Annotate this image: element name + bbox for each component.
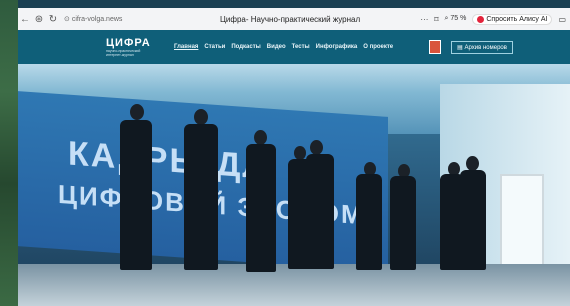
site-logo[interactable]: ЦИФРА научно-практический интернет-журна… [106, 37, 156, 57]
main-nav: Главная Статьи Подкасты Видео Тесты Инфо… [174, 44, 393, 50]
archive-label: Архив номеров [464, 44, 507, 51]
zoom-level: 75 % [450, 15, 467, 22]
nav-infographics[interactable]: Инфографика [316, 44, 358, 50]
page-title: Цифра- Научно-практический журнал [220, 14, 361, 24]
person-silhouette [390, 176, 416, 270]
nav-podcasts[interactable]: Подкасты [231, 44, 260, 50]
more-icon[interactable]: ··· [420, 15, 428, 24]
logo-title: ЦИФРА [106, 37, 151, 49]
person-head [130, 104, 144, 120]
person-head [310, 140, 323, 155]
window [500, 174, 544, 268]
person-silhouette [120, 120, 152, 270]
nav-video[interactable]: Видео [267, 44, 286, 50]
person-head [194, 109, 208, 125]
archive-button[interactable]: ▤ Архив номеров [451, 40, 513, 54]
floor [18, 264, 570, 306]
nav-articles[interactable]: Статьи [204, 44, 225, 50]
browser-window: ← ⊛ ↻ ⊙ cifra-volga.news Цифра- Научно-п… [18, 0, 570, 306]
reload-icon[interactable]: ↻ [46, 14, 60, 25]
lock-icon: ⊙ [64, 16, 72, 23]
person-silhouette [356, 174, 382, 270]
bookmark-icon[interactable]: ⌑ [434, 15, 438, 24]
browser-toolbar: ← ⊛ ↻ ⊙ cifra-volga.news Цифра- Научно-п… [18, 8, 570, 30]
zoom-indicator[interactable]: ⌕ 75 % [445, 15, 467, 23]
person-silhouette [306, 154, 334, 269]
alice-label: Спросить Алису AI [486, 15, 548, 23]
person-silhouette [184, 124, 218, 270]
person-head [466, 156, 479, 171]
ask-alice-button[interactable]: Спросить Алису AI [472, 13, 553, 25]
screen-text-line2: ЦИФРОВОЙ ЭКОНОМИ [58, 178, 386, 232]
person-head [294, 146, 306, 160]
address-text: cifra-volga.news [71, 15, 123, 23]
hero-photo: КАДРЫ ДЛ ЦИФРОВОЙ ЭКОНОМИ [18, 64, 570, 306]
logo-subtitle: научно-практический интернет-журнал [106, 49, 141, 57]
yandex-icon[interactable]: ⊛ [32, 14, 46, 25]
back-arrow-icon[interactable]: ← [18, 14, 32, 25]
nav-home[interactable]: Главная [174, 44, 198, 50]
person-head [254, 130, 267, 145]
background-foliage [0, 0, 18, 306]
journal-cover-icon[interactable] [429, 40, 442, 54]
person-silhouette [246, 144, 276, 272]
person-silhouette [460, 170, 486, 270]
nav-about[interactable]: О проекте [363, 44, 393, 50]
screen-text-line1: КАДРЫ ДЛ [68, 134, 269, 187]
address-bar[interactable]: ⊙ cifra-volga.news [64, 15, 164, 24]
site-header: ЦИФРА научно-практический интернет-журна… [18, 30, 570, 64]
nav-tests[interactable]: Тесты [292, 44, 310, 50]
alice-icon [477, 15, 485, 23]
reader-icon[interactable]: ▭ [558, 15, 566, 24]
